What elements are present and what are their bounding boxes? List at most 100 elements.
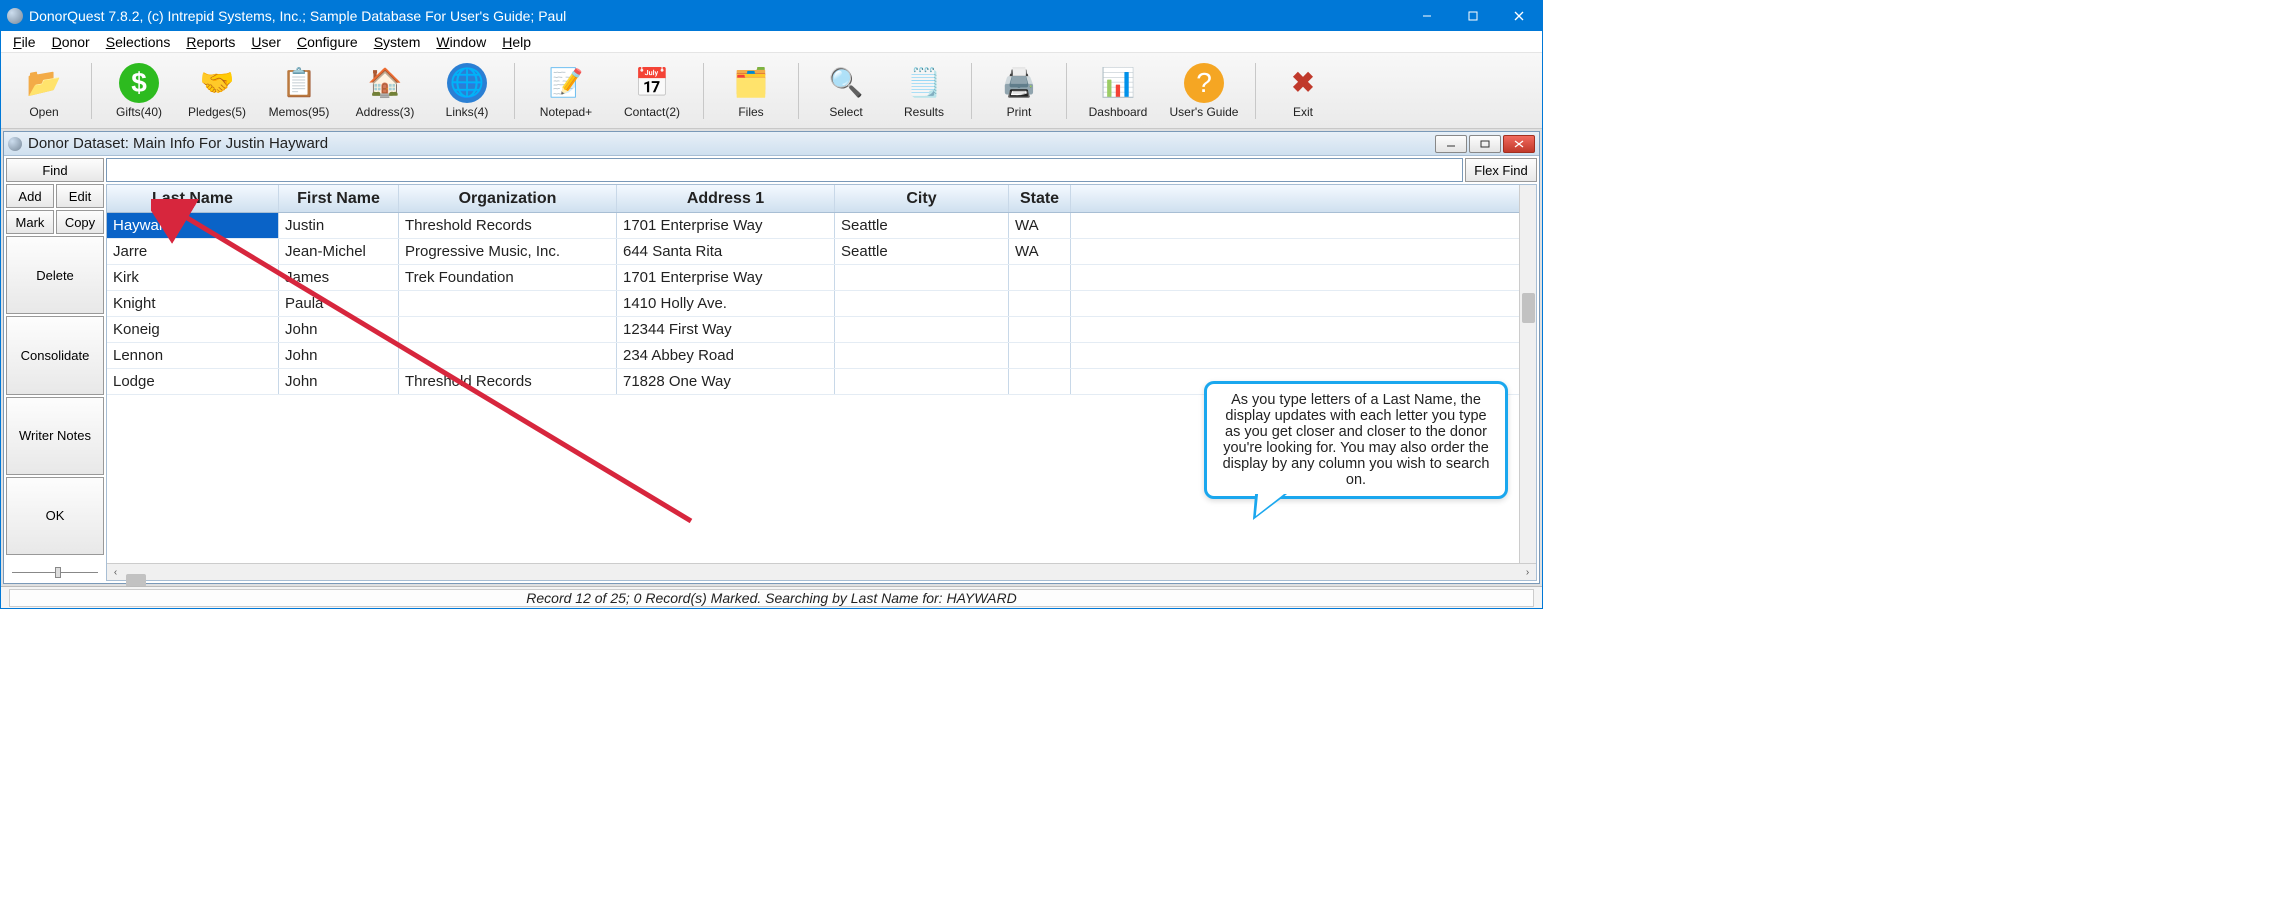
toolbar-open[interactable]: 📂Open <box>9 57 79 125</box>
cell: 234 Abbey Road <box>617 343 835 368</box>
toolbar-contact-label: Contact(2) <box>624 105 680 119</box>
child-window-controls <box>1435 135 1535 153</box>
column-header[interactable]: Organization <box>399 185 617 212</box>
child-title: Donor Dataset: Main Info For Justin Hayw… <box>28 135 1435 152</box>
menu-window[interactable]: Window <box>428 34 494 50</box>
horizontal-scrollbar[interactable]: ‹ › <box>107 563 1536 580</box>
cell: John <box>279 343 399 368</box>
cell <box>835 343 1009 368</box>
side-button-panel: Find <box>6 158 104 182</box>
child-minimize-button[interactable] <box>1435 135 1467 153</box>
child-maximize-button[interactable] <box>1469 135 1501 153</box>
menu-file[interactable]: File <box>5 34 44 50</box>
toolbar-results[interactable]: 🗒️Results <box>889 57 959 125</box>
toolbar-users-guide[interactable]: ?User's Guide <box>1165 57 1243 125</box>
cell <box>835 369 1009 394</box>
close-x-icon: ✖ <box>1283 63 1323 103</box>
scroll-right-arrow-icon[interactable]: › <box>1519 564 1536 581</box>
child-close-button[interactable] <box>1503 135 1535 153</box>
vertical-scrollbar[interactable] <box>1519 213 1536 563</box>
maximize-button[interactable] <box>1450 1 1496 31</box>
cell <box>835 291 1009 316</box>
folder-icon: 📂 <box>24 63 64 103</box>
column-header[interactable]: State <box>1009 185 1071 212</box>
cell <box>1009 343 1071 368</box>
status-text: Record 12 of 25; 0 Record(s) Marked. Sea… <box>526 590 1016 606</box>
toolbar-links[interactable]: 🌐Links(4) <box>432 57 502 125</box>
toolbar-memos-label: Memos(95) <box>269 105 330 119</box>
ok-button[interactable]: OK <box>6 477 104 555</box>
table-row[interactable]: HaywardJustinThreshold Records1701 Enter… <box>107 213 1519 239</box>
column-header[interactable]: First Name <box>279 185 399 212</box>
toolbar-exit[interactable]: ✖Exit <box>1268 57 1338 125</box>
table-row[interactable]: LennonJohn234 Abbey Road <box>107 343 1519 369</box>
toolbar-files-label: Files <box>738 105 763 119</box>
cell: 1410 Holly Ave. <box>617 291 835 316</box>
dollar-icon: $ <box>119 63 159 103</box>
find-button[interactable]: Find <box>6 158 104 182</box>
toolbar-notepad-label: Notepad+ <box>540 105 592 119</box>
consolidate-button[interactable]: Consolidate <box>6 316 104 394</box>
table-row[interactable]: KnightPaula1410 Holly Ave. <box>107 291 1519 317</box>
menubar: FileDonorSelectionsReportsUserConfigureS… <box>1 31 1542 53</box>
minimize-button[interactable] <box>1404 1 1450 31</box>
help-callout: As you type letters of a Last Name, the … <box>1204 381 1508 499</box>
toolbar-address[interactable]: 🏠Address(3) <box>346 57 424 125</box>
child-titlebar: Donor Dataset: Main Info For Justin Hayw… <box>4 132 1539 156</box>
menu-donor[interactable]: Donor <box>44 34 98 50</box>
zoom-slider[interactable] <box>6 563 104 581</box>
toolbar-pledges[interactable]: 🤝Pledges(5) <box>182 57 252 125</box>
toolbar-gifts[interactable]: $Gifts(40) <box>104 57 174 125</box>
menu-configure[interactable]: Configure <box>289 34 366 50</box>
toolbar-contact[interactable]: 📅 Contact(2) <box>613 57 691 125</box>
scroll-left-arrow-icon[interactable]: ‹ <box>107 564 124 581</box>
menu-reports[interactable]: Reports <box>178 34 243 50</box>
cell: 71828 One Way <box>617 369 835 394</box>
table-row[interactable]: KirkJamesTrek Foundation1701 Enterprise … <box>107 265 1519 291</box>
toolbar-address-label: Address(3) <box>356 105 415 119</box>
toolbar-memos[interactable]: 📋 Memos(95) <box>260 57 338 125</box>
toolbar-separator <box>1066 63 1067 119</box>
edit-button[interactable]: Edit <box>56 184 104 208</box>
cell: Progressive Music, Inc. <box>399 239 617 264</box>
toolbar-files[interactable]: 🗂️Files <box>716 57 786 125</box>
cell: WA <box>1009 213 1071 238</box>
toolbar-separator <box>1255 63 1256 119</box>
menu-system[interactable]: System <box>366 34 429 50</box>
menu-selections[interactable]: Selections <box>98 34 179 50</box>
toolbar-dashboard[interactable]: 📊Dashboard <box>1079 57 1157 125</box>
close-button[interactable] <box>1496 1 1542 31</box>
delete-button[interactable]: Delete <box>6 236 104 314</box>
titlebar: DonorQuest 7.8.2, (c) Intrepid Systems, … <box>1 1 1542 31</box>
cell <box>399 343 617 368</box>
cell: 1701 Enterprise Way <box>617 213 835 238</box>
menu-user[interactable]: User <box>243 34 289 50</box>
toolbar-notepad[interactable]: 📝Notepad+ <box>527 57 605 125</box>
search-input[interactable] <box>106 158 1463 182</box>
memo-icon: 📋 <box>279 63 319 103</box>
mark-button[interactable]: Mark <box>6 210 54 234</box>
add-button[interactable]: Add <box>6 184 54 208</box>
calendar-icon: 📅 <box>632 63 672 103</box>
app-window: DonorQuest 7.8.2, (c) Intrepid Systems, … <box>0 0 1543 609</box>
table-row[interactable]: JarreJean-MichelProgressive Music, Inc.6… <box>107 239 1519 265</box>
table-row[interactable]: KoneigJohn12344 First Way <box>107 317 1519 343</box>
flex-find-button[interactable]: Flex Find <box>1465 158 1537 182</box>
cell: Hayward <box>107 213 279 238</box>
cell: Threshold Records <box>399 369 617 394</box>
cell <box>399 317 617 342</box>
toolbar-separator <box>91 63 92 119</box>
column-header[interactable]: City <box>835 185 1009 212</box>
cell: Seattle <box>835 213 1009 238</box>
column-header[interactable]: Last Name <box>107 185 279 212</box>
toolbar-separator <box>703 63 704 119</box>
cell <box>1009 265 1071 290</box>
cell: Jean-Michel <box>279 239 399 264</box>
menu-help[interactable]: Help <box>494 34 539 50</box>
copy-button[interactable]: Copy <box>56 210 104 234</box>
toolbar-select[interactable]: 🔍Select <box>811 57 881 125</box>
toolbar-print[interactable]: 🖨️Print <box>984 57 1054 125</box>
column-header[interactable]: Address 1 <box>617 185 835 212</box>
writer-notes-button[interactable]: Writer Notes <box>6 397 104 475</box>
cell: 12344 First Way <box>617 317 835 342</box>
